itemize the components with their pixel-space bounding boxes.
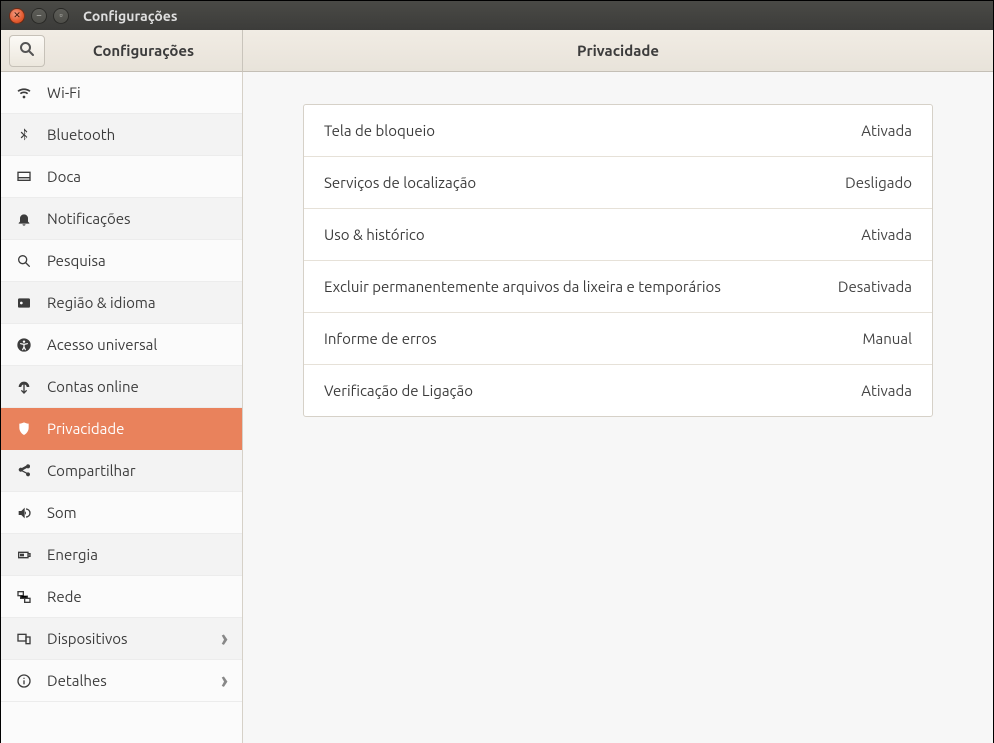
search-button[interactable] bbox=[9, 35, 45, 67]
sidebar-item-bluetooth[interactable]: Bluetooth bbox=[1, 114, 242, 156]
sidebar: Wi-Fi Bluetooth Doca Notificações Pesquisa Re… bbox=[1, 72, 243, 743]
sidebar-item-devices[interactable]: Dispositivos › bbox=[1, 618, 242, 660]
sidebar-item-details[interactable]: Detalhes › bbox=[1, 660, 242, 702]
chevron-right-icon: › bbox=[221, 668, 228, 693]
notifications-icon bbox=[15, 210, 33, 228]
details-icon bbox=[15, 672, 33, 690]
header-left: Configurações bbox=[1, 30, 243, 72]
sidebar-item-universal[interactable]: Acesso universal bbox=[1, 324, 242, 366]
header-bar: Configurações Privacidade bbox=[1, 30, 993, 72]
sidebar-item-label: Privacidade bbox=[47, 420, 228, 437]
wifi-icon bbox=[15, 84, 33, 102]
sidebar-item-label: Som bbox=[47, 504, 228, 521]
privacy-row[interactable]: Serviços de localização Desligado bbox=[304, 157, 932, 209]
window-maximize-button[interactable]: ▫ bbox=[53, 8, 69, 24]
sidebar-header-title: Configurações bbox=[53, 42, 234, 59]
sidebar-item-label: Energia bbox=[47, 546, 228, 563]
privacy-row[interactable]: Tela de bloqueio Ativada bbox=[304, 105, 932, 157]
privacy-row[interactable]: Uso & histórico Ativada bbox=[304, 209, 932, 261]
row-name: Tela de bloqueio bbox=[324, 122, 435, 139]
bluetooth-icon bbox=[15, 126, 33, 144]
sidebar-item-label: Notificações bbox=[47, 210, 228, 227]
sidebar-item-label: Doca bbox=[47, 168, 228, 185]
sidebar-item-label: Pesquisa bbox=[47, 252, 228, 269]
sidebar-item-label: Detalhes bbox=[47, 672, 207, 689]
sidebar-item-label: Compartilhar bbox=[47, 462, 228, 479]
chevron-right-icon: › bbox=[221, 626, 228, 651]
sidebar-item-privacy[interactable]: Privacidade bbox=[1, 408, 242, 450]
universal-icon bbox=[15, 336, 33, 354]
row-value: Ativada bbox=[861, 226, 912, 243]
sidebar-item-label: Contas online bbox=[47, 378, 228, 395]
sidebar-item-sharing[interactable]: Compartilhar bbox=[1, 450, 242, 492]
row-name: Uso & histórico bbox=[324, 226, 425, 243]
settings-window: ✕ – ▫ Configurações Configurações Privac… bbox=[0, 0, 994, 742]
row-value: Ativada bbox=[861, 382, 912, 399]
window-title: Configurações bbox=[83, 8, 177, 24]
sidebar-item-label: Acesso universal bbox=[47, 336, 228, 353]
sidebar-item-sound[interactable]: Som bbox=[1, 492, 242, 534]
privacy-row[interactable]: Verificação de Ligação Ativada bbox=[304, 365, 932, 416]
sidebar-item-search[interactable]: Pesquisa bbox=[1, 240, 242, 282]
row-value: Desligado bbox=[845, 174, 912, 191]
sidebar-item-power[interactable]: Energia bbox=[1, 534, 242, 576]
power-icon bbox=[15, 546, 33, 564]
privacy-panel: Tela de bloqueio Ativada Serviços de local… bbox=[303, 104, 933, 417]
sidebar-item-label: Wi-Fi bbox=[47, 84, 228, 101]
sidebar-item-label: Bluetooth bbox=[47, 126, 228, 143]
privacy-row[interactable]: Excluir permanentemente arquivos da lixe… bbox=[304, 261, 932, 313]
row-name: Excluir permanentemente arquivos da lixe… bbox=[324, 278, 721, 295]
search-icon bbox=[19, 41, 35, 60]
window-close-button[interactable]: ✕ bbox=[9, 8, 25, 24]
network-icon bbox=[15, 588, 33, 606]
row-name: Serviços de localização bbox=[324, 174, 476, 191]
sound-icon bbox=[15, 504, 33, 522]
dock-icon bbox=[15, 168, 33, 186]
window-minimize-button[interactable]: – bbox=[31, 8, 47, 24]
sidebar-item-network[interactable]: Rede bbox=[1, 576, 242, 618]
row-value: Manual bbox=[862, 330, 912, 347]
devices-icon bbox=[15, 630, 33, 648]
sidebar-item-online[interactable]: Contas online bbox=[1, 366, 242, 408]
privacy-row[interactable]: Informe de erros Manual bbox=[304, 313, 932, 365]
sidebar-item-label: Região & idioma bbox=[47, 294, 228, 311]
body: Wi-Fi Bluetooth Doca Notificações Pesquisa Re… bbox=[1, 72, 993, 743]
row-value: Ativada bbox=[861, 122, 912, 139]
row-name: Informe de erros bbox=[324, 330, 437, 347]
sidebar-item-label: Dispositivos bbox=[47, 630, 207, 647]
sidebar-item-dock[interactable]: Doca bbox=[1, 156, 242, 198]
region-icon bbox=[15, 294, 33, 312]
sharing-icon bbox=[15, 462, 33, 480]
sidebar-item-wifi[interactable]: Wi-Fi bbox=[1, 72, 242, 114]
sidebar-item-region[interactable]: Região & idioma bbox=[1, 282, 242, 324]
row-value: Desativada bbox=[838, 278, 912, 295]
sidebar-item-label: Rede bbox=[47, 588, 228, 605]
row-name: Verificação de Ligação bbox=[324, 382, 473, 399]
online-icon bbox=[15, 378, 33, 396]
window-titlebar: ✕ – ▫ Configurações bbox=[1, 1, 993, 30]
sidebar-item-notifications[interactable]: Notificações bbox=[1, 198, 242, 240]
search-icon bbox=[15, 252, 33, 270]
content-header-title: Privacidade bbox=[243, 30, 993, 72]
privacy-icon bbox=[15, 420, 33, 438]
content-area: Tela de bloqueio Ativada Serviços de local… bbox=[243, 72, 993, 743]
